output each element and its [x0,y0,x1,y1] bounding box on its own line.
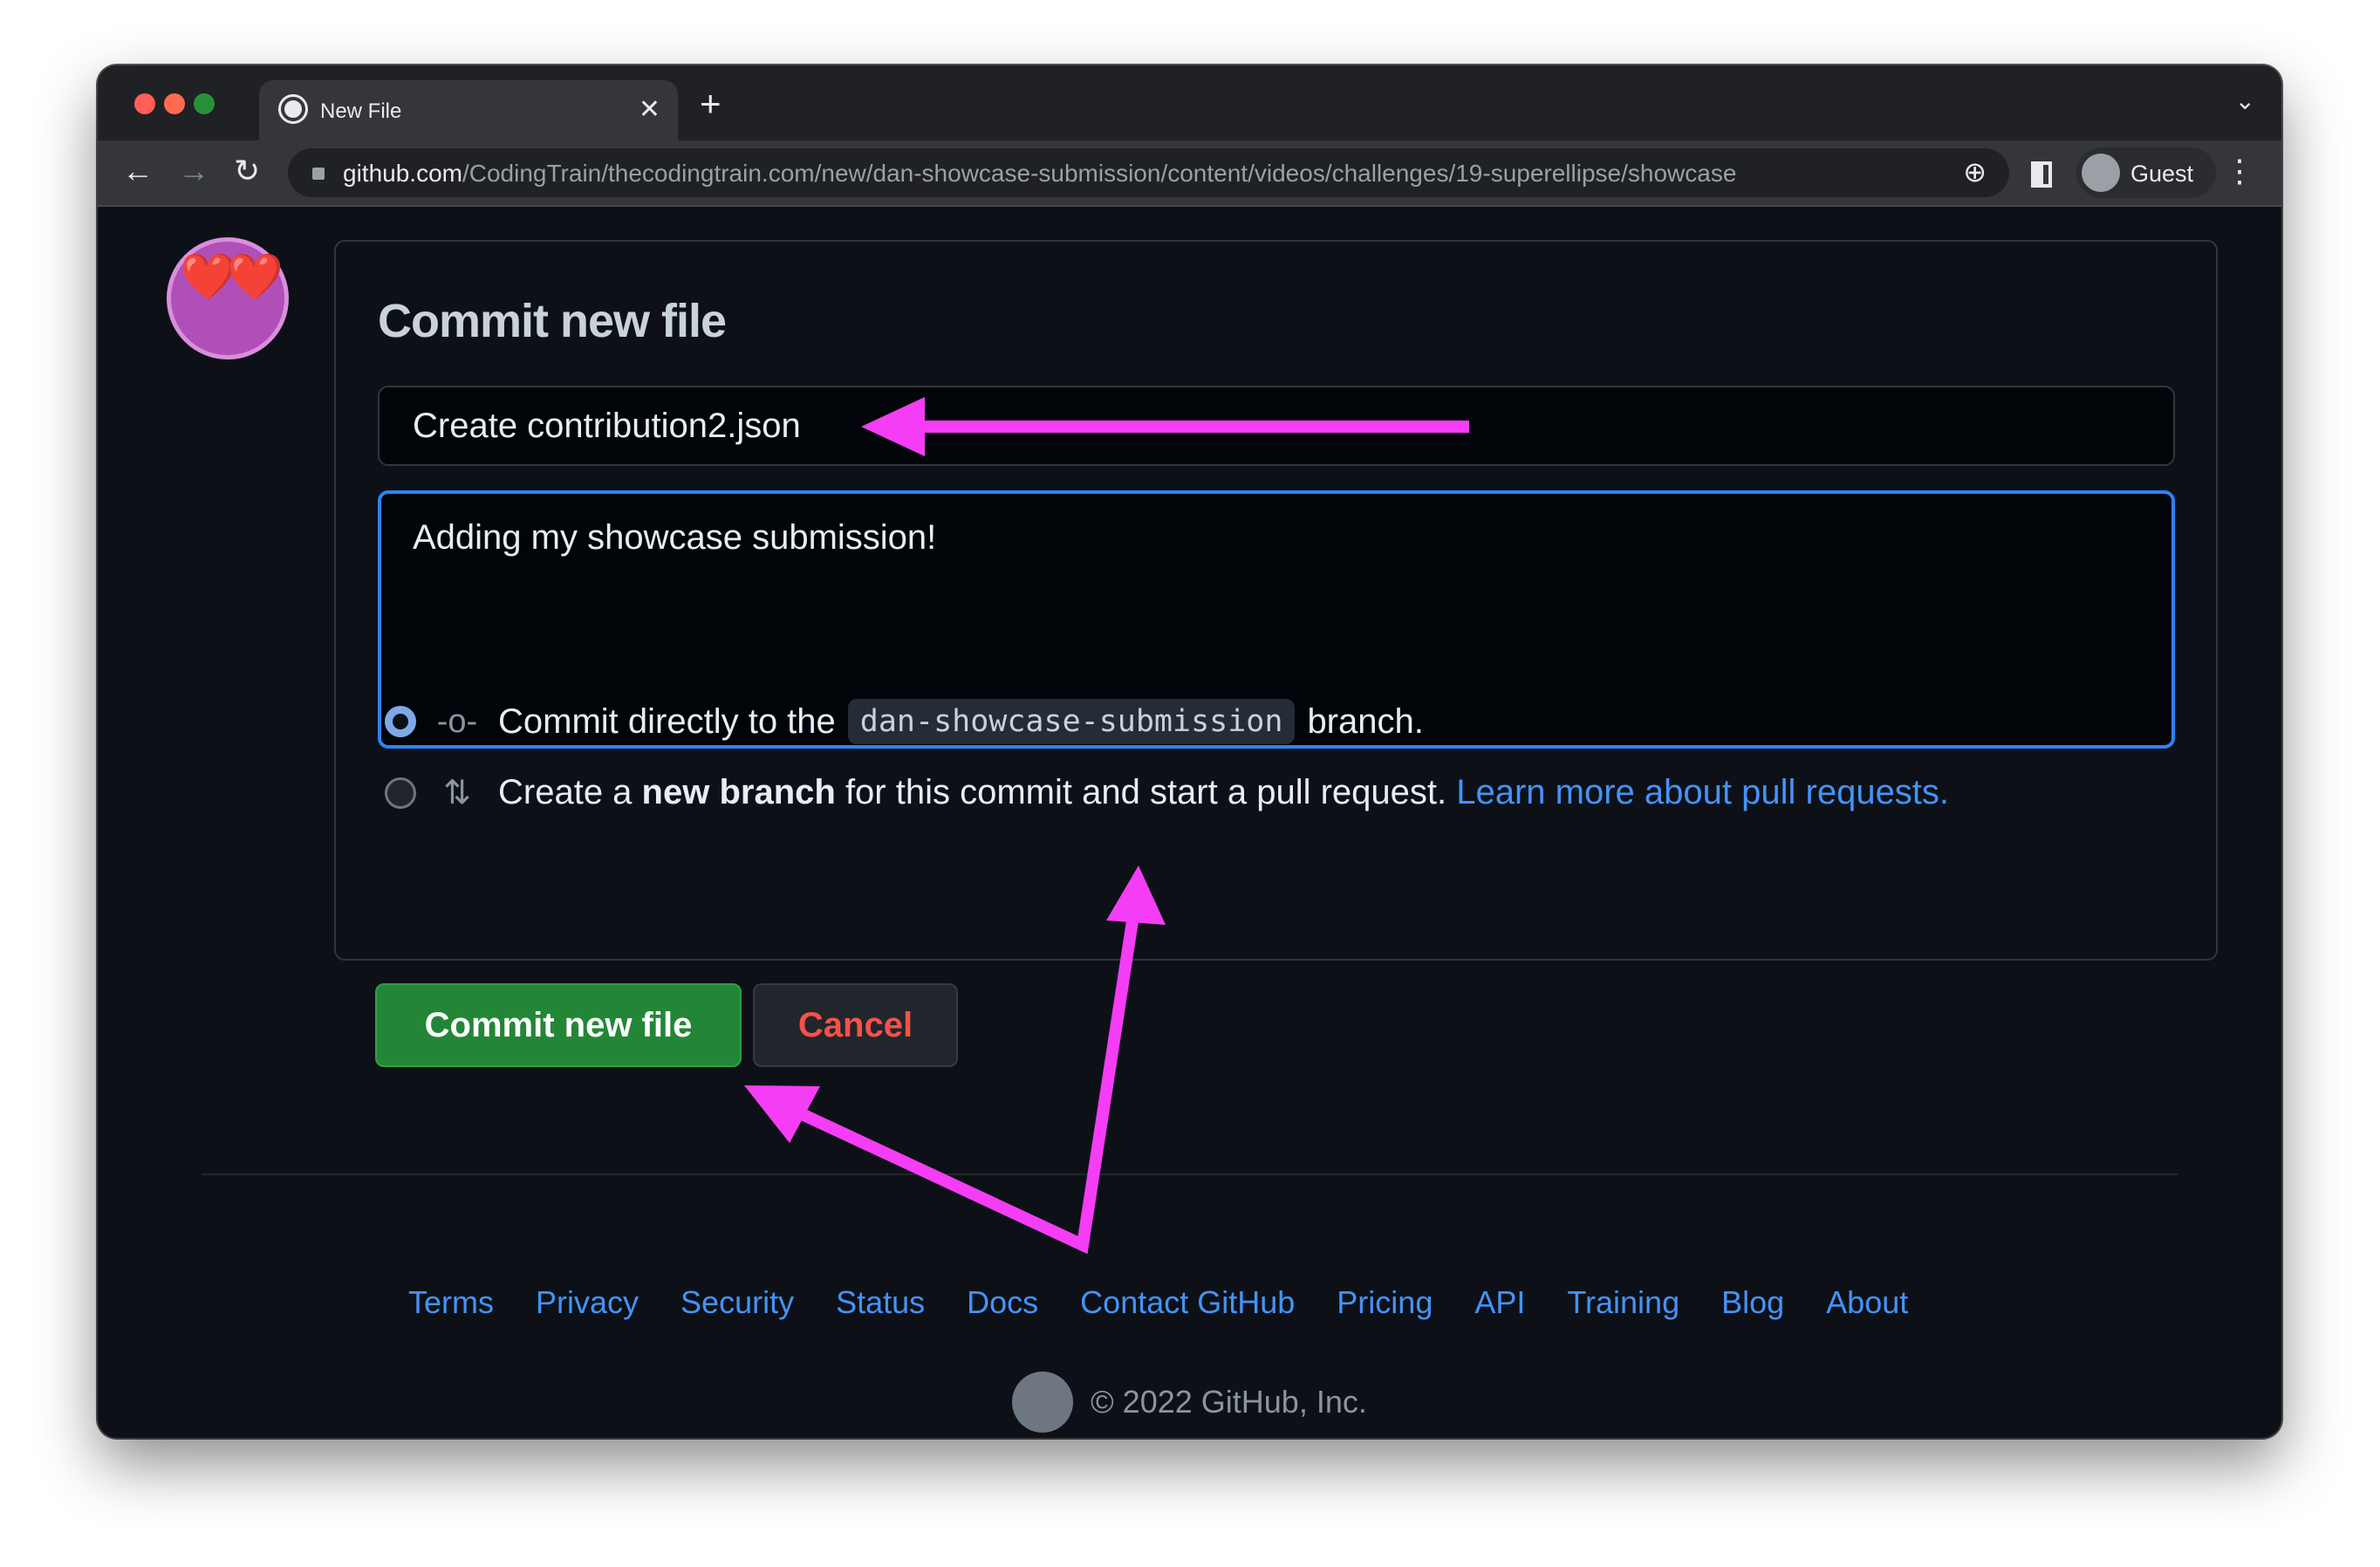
annotation-arrows [744,397,1469,1255]
arrow-to-options-and-button [783,879,1145,1255]
arrowhead-options [1106,866,1166,925]
arrowhead-summary [861,397,925,456]
